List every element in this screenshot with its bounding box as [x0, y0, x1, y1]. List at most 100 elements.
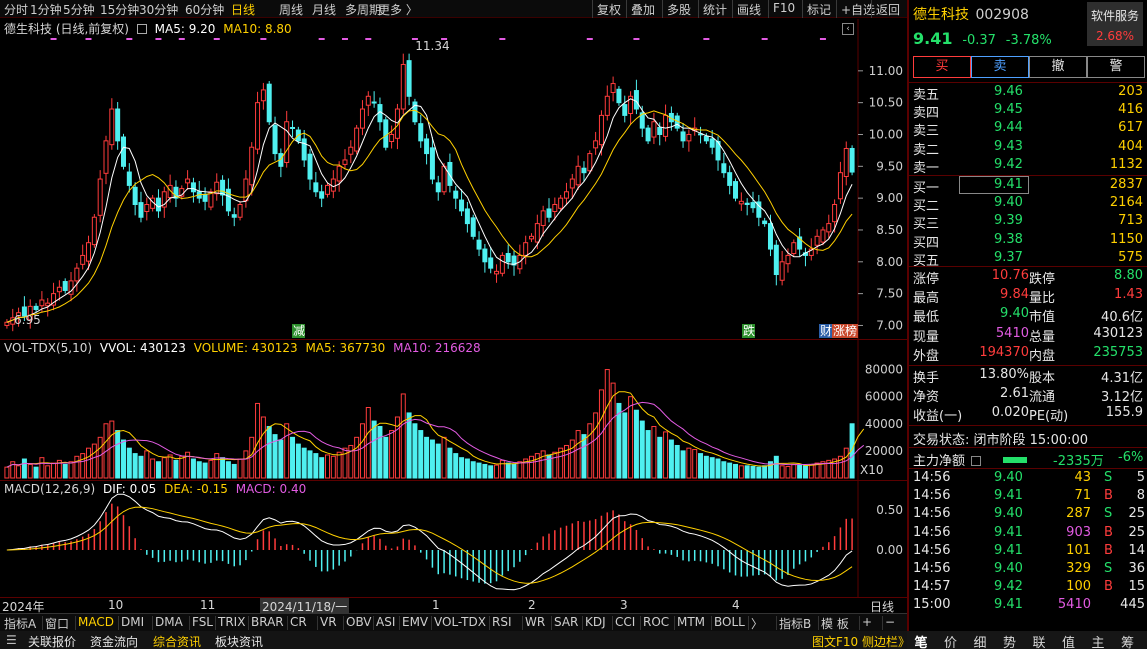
signal-marker — [365, 38, 372, 40]
status-menu-icon[interactable]: ☰ — [6, 633, 17, 647]
indicator-tab-26[interactable]: − — [885, 615, 895, 629]
indicator-tab-15[interactable]: WR — [525, 615, 545, 629]
indicator-tab-8[interactable]: CR — [290, 615, 307, 629]
tool-button-3[interactable]: 统计 — [703, 1, 727, 18]
tab-separator — [551, 616, 552, 630]
fundamental-row: 换手 13.80% 股本 4.31亿 — [909, 367, 1147, 386]
indicator-tab-22[interactable]: 〉 — [751, 615, 763, 632]
trade-button-1[interactable]: 卖 — [971, 56, 1029, 78]
indicator-tab-23[interactable]: 指标B — [779, 615, 811, 632]
indicator-tab-12[interactable]: EMV — [402, 615, 428, 629]
period-tab-8[interactable]: 月线 — [312, 1, 336, 18]
indicator-tab-5[interactable]: FSL — [192, 615, 213, 629]
tool-button-6[interactable]: 标记 — [807, 1, 831, 18]
tab-separator — [431, 616, 432, 630]
bid-row[interactable]: 买二 9.40 2164 — [909, 195, 1147, 214]
macd-chart[interactable]: 0.50 0.00 — [0, 481, 907, 597]
volume-bar — [692, 449, 698, 479]
indicator-tab-19[interactable]: ROC — [643, 615, 669, 629]
quote-tab-2[interactable]: 细 — [970, 632, 990, 649]
indicator-tab-9[interactable]: VR — [320, 615, 337, 629]
period-tab-7[interactable]: 周线 — [279, 1, 303, 18]
tool-button-4[interactable]: 画线 — [737, 1, 761, 18]
status-link-2[interactable]: 综合资讯 — [153, 633, 201, 649]
candle-body — [540, 210, 546, 227]
trade-button-3[interactable]: 警 — [1087, 56, 1145, 78]
indicator-tab-10[interactable]: OBV — [346, 615, 372, 629]
bid-row[interactable]: 买三 9.39 713 — [909, 213, 1147, 232]
indicator-tab-3[interactable]: DMI — [121, 615, 144, 629]
period-tab-0[interactable]: 分时 — [4, 1, 28, 18]
ask-row[interactable]: 卖四 9.45 416 — [909, 102, 1147, 121]
period-tab-3[interactable]: 15分钟 — [100, 1, 139, 18]
tool-button-1[interactable]: 叠加 — [631, 1, 655, 18]
indicator-tab-20[interactable]: MTM — [677, 615, 705, 629]
indicator-tab-1[interactable]: 窗口 — [45, 615, 69, 632]
period-tab-6[interactable]: 日线 — [231, 1, 255, 18]
period-tab-5[interactable]: 60分钟 — [185, 1, 224, 18]
quote-tab-0[interactable]: 笔 — [911, 632, 931, 649]
period-tab-9[interactable]: 多周期 — [345, 1, 381, 18]
volume-bar — [225, 461, 231, 479]
ask-row-label: 卖一 — [913, 160, 940, 176]
tool-button-8[interactable]: 返回 — [876, 1, 900, 18]
trade-button-0[interactable]: 买 — [913, 56, 971, 78]
indicator-tab-16[interactable]: SAR — [554, 615, 578, 629]
indicator-tab-24[interactable]: 模 板 — [821, 615, 849, 632]
status-right-link[interactable]: 图文F10 侧边栏》 — [812, 633, 910, 649]
indicator-tab-18[interactable]: CCI — [615, 615, 635, 629]
price-tick-label: 8.00 — [876, 255, 903, 269]
indicator-tab-0[interactable]: 指标A — [4, 615, 36, 632]
quote-tab-6[interactable]: 主 — [1088, 632, 1108, 649]
flow-menu-icon[interactable] — [971, 456, 982, 466]
event-label: 跌 — [743, 323, 755, 338]
quote-tab-3[interactable]: 势 — [1000, 632, 1020, 649]
indicator-tab-13[interactable]: VOL-TDX — [434, 615, 486, 629]
ask-row[interactable]: 卖一 9.42 1132 — [909, 157, 1147, 176]
volume-bar — [359, 423, 365, 479]
event-label: 涨榜 — [833, 323, 857, 338]
candle-body — [260, 89, 266, 102]
tool-button-2[interactable]: 多股 — [667, 1, 691, 18]
quote-tab-4[interactable]: 联 — [1029, 632, 1049, 649]
tick-price: 9.40 — [994, 561, 1023, 576]
indicator-tab-14[interactable]: RSI — [492, 615, 512, 629]
quote-tab-7[interactable]: 筹 — [1118, 632, 1138, 649]
ask-row[interactable]: 卖五 9.46 203 — [909, 84, 1147, 103]
indicator-tab-2[interactable]: MACD — [78, 615, 114, 629]
tool-button-0[interactable]: 复权 — [597, 1, 621, 18]
period-tab-4[interactable]: 30分钟 — [139, 1, 178, 18]
status-link-0[interactable]: 关联报价 — [28, 633, 76, 649]
status-link-3[interactable]: 板块资讯 — [215, 633, 263, 649]
period-tab-1[interactable]: 1分钟 — [30, 1, 62, 18]
tab-separator — [189, 616, 190, 630]
indicator-tab-6[interactable]: TRIX — [218, 615, 245, 629]
tick-side: S — [1104, 506, 1113, 522]
bid-row[interactable]: 买四 9.38 1150 — [909, 232, 1147, 251]
tool-button-5[interactable]: F10 — [773, 1, 795, 15]
volume-bar — [86, 447, 92, 479]
sector-badge[interactable]: 软件服务 2.68% — [1087, 2, 1143, 46]
bid-row-label: 买四 — [913, 235, 940, 251]
period-tab-10[interactable]: 更多 〉 — [378, 1, 418, 18]
volume-chart[interactable]: 80000 60000 40000 20000 — [0, 340, 907, 480]
status-link-1[interactable]: 资金流向 — [90, 633, 138, 649]
ask-row[interactable]: 卖二 9.43 404 — [909, 139, 1147, 158]
quote-tab-1[interactable]: 价 — [941, 632, 961, 649]
volume-bar — [709, 457, 715, 479]
indicator-tab-25[interactable]: + — [862, 615, 872, 629]
tool-button-7[interactable]: +自选 — [841, 1, 875, 18]
indicator-tab-11[interactable]: ASI — [376, 615, 395, 629]
indicator-tab-17[interactable]: KDJ — [585, 615, 606, 629]
bid-row-price: 9.39 — [994, 213, 1023, 229]
indicator-tab-4[interactable]: DMA — [155, 615, 183, 629]
tick-volume: 903 — [1066, 524, 1091, 540]
volume-bar — [756, 466, 762, 479]
candlestick-chart[interactable]: 11.00 10.50 10.00 9.50 9.00 8.50 8.00 7.50 7.00 1… — [0, 19, 907, 340]
indicator-tab-7[interactable]: BRAR — [251, 615, 284, 629]
ask-row[interactable]: 卖三 9.44 617 — [909, 120, 1147, 139]
trade-button-2[interactable]: 撤 — [1029, 56, 1087, 78]
period-tab-2[interactable]: 5分钟 — [63, 1, 95, 18]
quote-tab-5[interactable]: 值 — [1059, 632, 1079, 649]
indicator-tab-21[interactable]: BOLL — [714, 615, 745, 629]
